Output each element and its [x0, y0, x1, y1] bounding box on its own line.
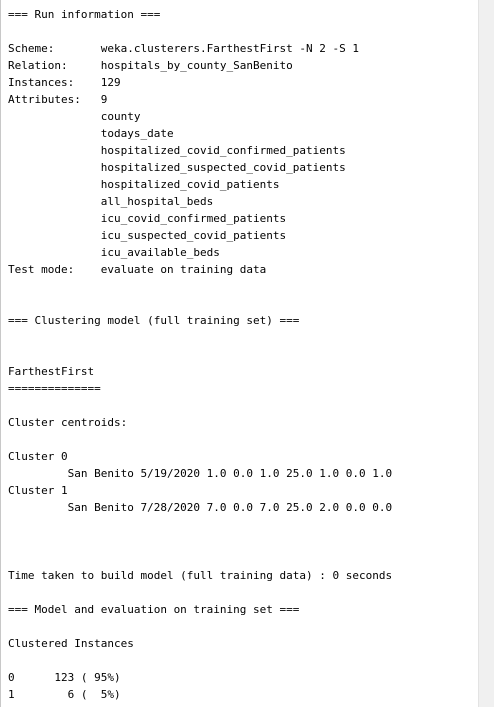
- output-line: === Clustering model (full training set)…: [8, 314, 300, 327]
- output-line: Cluster centroids:: [8, 416, 128, 429]
- output-line: San Benito 7/28/2020 7.0 0.0 7.0 25.0 2.…: [8, 501, 393, 514]
- output-line: Cluster 0: [8, 450, 68, 463]
- output-line: ==============: [8, 382, 101, 395]
- output-line: San Benito 5/19/2020 1.0 0.0 1.0 25.0 1.…: [8, 467, 393, 480]
- output-line: 0 123 ( 95%): [8, 671, 121, 684]
- output-line: FarthestFirst: [8, 365, 95, 378]
- output-line: todays_date: [8, 127, 174, 140]
- output-line: Time taken to build model (full training…: [8, 569, 393, 582]
- output-line: hospitalized_covid_patients: [8, 178, 280, 191]
- clusterer-output-text: === Run information === Scheme: weka.clu…: [1, 0, 479, 703]
- output-line: Cluster 1: [8, 484, 68, 497]
- output-line: hospitalized_covid_confirmed_patients: [8, 144, 346, 157]
- output-line: icu_covid_confirmed_patients: [8, 212, 287, 225]
- output-line: all_hospital_beds: [8, 195, 214, 208]
- clusterer-output-pane[interactable]: === Run information === Scheme: weka.clu…: [0, 0, 479, 707]
- vertical-scrollbar[interactable]: [478, 0, 494, 707]
- output-line: === Run information ===: [8, 8, 161, 21]
- output-line: Clustered Instances: [8, 637, 134, 650]
- output-line: Instances: 129: [8, 76, 121, 89]
- output-line: icu_suspected_covid_patients: [8, 229, 287, 242]
- output-line: icu_available_beds: [8, 246, 220, 259]
- output-line: Test mode: evaluate on training data: [8, 263, 267, 276]
- output-line: === Model and evaluation on training set…: [8, 603, 300, 616]
- output-line: hospitalized_suspected_covid_patients: [8, 161, 346, 174]
- output-line: Relation: hospitals_by_county_SanBenito: [8, 59, 293, 72]
- output-line: 1 6 ( 5%): [8, 688, 121, 701]
- output-line: Attributes: 9: [8, 93, 108, 106]
- output-line: county: [8, 110, 141, 123]
- output-line: Scheme: weka.clusterers.FarthestFirst -N…: [8, 42, 359, 55]
